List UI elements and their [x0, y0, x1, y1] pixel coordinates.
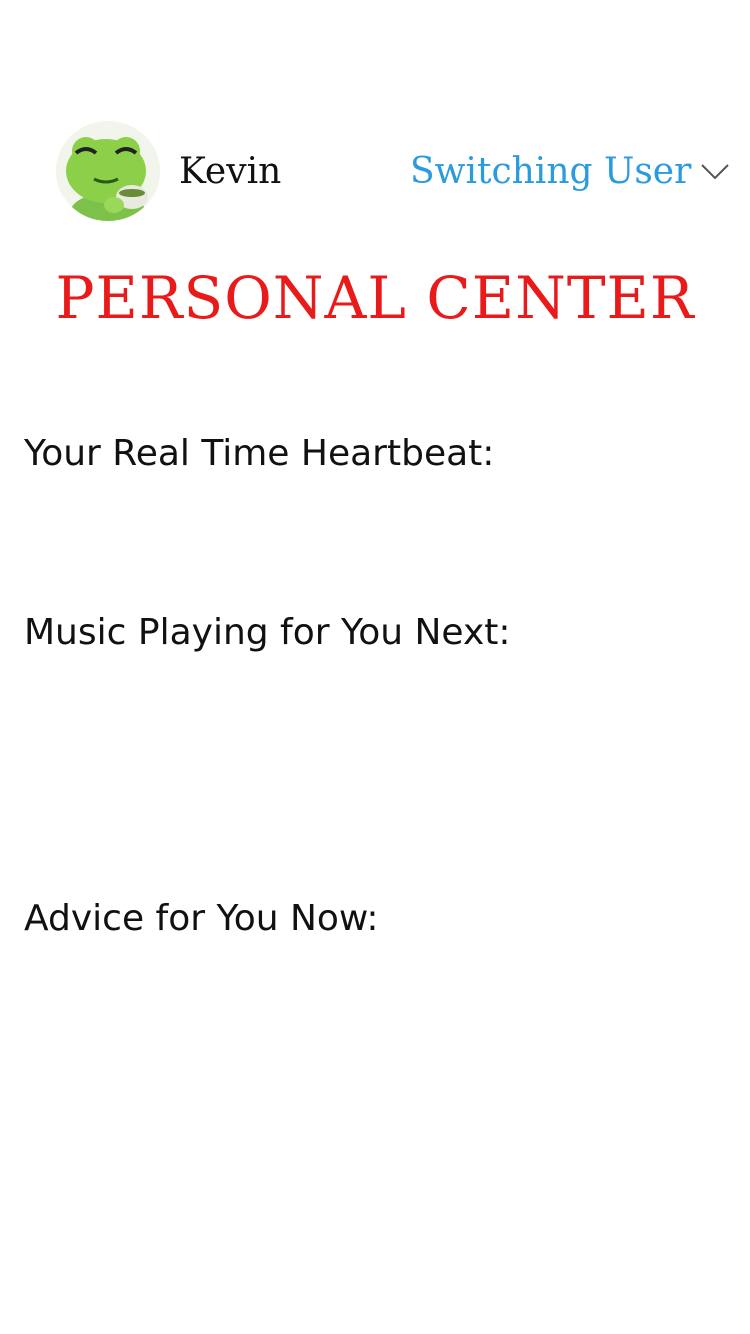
- page-title: PERSONAL CENTER: [55, 264, 695, 332]
- username: Kevin: [179, 151, 282, 192]
- switch-user-button[interactable]: Switching User: [410, 150, 730, 194]
- heartbeat-label: Your Real Time Heartbeat:: [24, 433, 495, 474]
- chevron-down-icon[interactable]: [701, 164, 730, 180]
- music-next-label: Music Playing for You Next:: [24, 612, 511, 653]
- frog-avatar-icon: [56, 121, 160, 221]
- avatar[interactable]: [56, 121, 160, 221]
- advice-label: Advice for You Now:: [24, 898, 379, 939]
- switch-user-label: Switching User: [410, 151, 692, 192]
